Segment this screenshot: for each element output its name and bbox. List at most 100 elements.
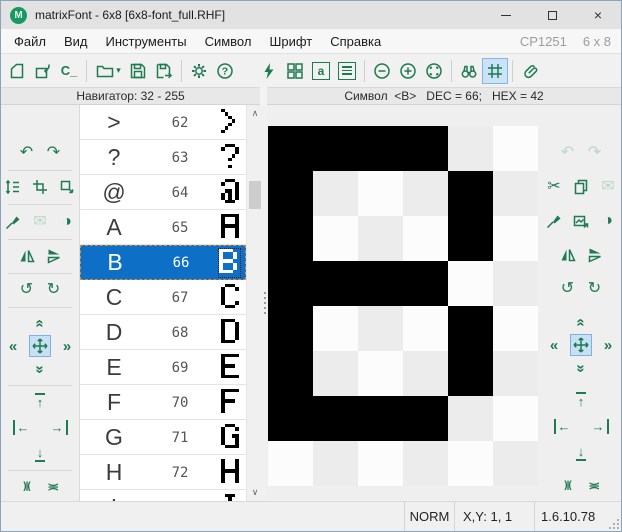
zoom-in-button[interactable] xyxy=(395,58,421,84)
pixel-cell[interactable] xyxy=(313,261,358,306)
pixel-cell[interactable] xyxy=(448,306,493,351)
align-bottom-button[interactable]: ↓ xyxy=(29,443,51,465)
resize-grip[interactable] xyxy=(609,519,619,529)
glyph-move-mode-button[interactable] xyxy=(570,334,592,356)
pixel-cell[interactable] xyxy=(358,306,403,351)
flip-vertical-button[interactable] xyxy=(43,245,65,267)
char-map-button[interactable] xyxy=(282,58,308,84)
pixel-cell[interactable] xyxy=(448,351,493,396)
zoom-out-button[interactable] xyxy=(369,58,395,84)
pixel-cell[interactable] xyxy=(403,351,448,396)
pixel-cell[interactable] xyxy=(313,396,358,441)
menu-item-font[interactable]: Шрифт xyxy=(260,31,321,52)
zoom-fit-button[interactable] xyxy=(421,58,447,84)
rotate-cw-button[interactable]: ↻ xyxy=(43,279,65,301)
font-height-button[interactable] xyxy=(2,176,24,198)
menu-item-symbol[interactable]: Символ xyxy=(196,31,261,52)
char-row-70[interactable]: F70 xyxy=(80,385,246,420)
pixel-cell[interactable] xyxy=(313,171,358,216)
pixel-cell[interactable] xyxy=(313,306,358,351)
pixel-cell[interactable] xyxy=(268,261,313,306)
pixel-cell[interactable] xyxy=(493,306,538,351)
scrollbar-thumb[interactable] xyxy=(249,181,261,209)
close-button[interactable]: × xyxy=(575,1,621,29)
scroll-up-button[interactable]: ∧ xyxy=(247,105,263,122)
flip-glyph-vertical-button[interactable] xyxy=(584,244,606,266)
pixel-cell[interactable] xyxy=(358,396,403,441)
pixel-cell[interactable] xyxy=(448,441,493,486)
character-list-scrollbar[interactable]: ∧ ∨ xyxy=(246,105,263,501)
menu-item-file[interactable]: Файл xyxy=(5,31,55,52)
pixel-grid[interactable] xyxy=(268,126,538,486)
pixel-cell[interactable] xyxy=(313,216,358,261)
char-row-72[interactable]: H72 xyxy=(80,455,246,490)
char-row-65[interactable]: A65 xyxy=(80,210,246,245)
pixel-cell[interactable] xyxy=(493,171,538,216)
invert-all-button[interactable]: ◑ xyxy=(56,211,78,233)
glyph-undo-button[interactable]: ↶ xyxy=(557,142,579,164)
char-row-73[interactable]: I73 xyxy=(80,490,246,501)
char-row-62[interactable]: >62 xyxy=(80,105,246,140)
pixel-cell[interactable] xyxy=(358,261,403,306)
c-code-button[interactable]: C_ xyxy=(56,58,82,84)
char-row-64[interactable]: @64 xyxy=(80,175,246,210)
squeeze-glyph-horizontal-button[interactable]: )|( xyxy=(557,474,579,496)
shift-down-button[interactable]: » xyxy=(29,358,51,380)
char-row-69[interactable]: E69 xyxy=(80,350,246,385)
menu-item-help[interactable]: Справка xyxy=(321,31,390,52)
pixel-cell[interactable] xyxy=(493,441,538,486)
rotate-glyph-ccw-button[interactable]: ↺ xyxy=(557,278,579,300)
canvas-size-button[interactable] xyxy=(56,176,78,198)
pixel-cell[interactable] xyxy=(493,261,538,306)
minimize-button[interactable] xyxy=(483,1,529,29)
move-mode-button[interactable] xyxy=(29,335,51,357)
crop-button[interactable] xyxy=(29,176,51,198)
pixel-cell[interactable] xyxy=(268,441,313,486)
sample-text-button[interactable] xyxy=(334,58,360,84)
flip-glyph-horizontal-button[interactable] xyxy=(557,244,579,266)
shift-glyph-left-button[interactable]: « xyxy=(543,334,565,356)
align-glyph-top-button[interactable]: ↑ xyxy=(570,389,592,411)
pixel-cell[interactable] xyxy=(313,351,358,396)
scroll-down-button[interactable]: ∨ xyxy=(247,484,263,501)
shift-left-button[interactable]: « xyxy=(2,335,24,357)
pixel-cell[interactable] xyxy=(403,171,448,216)
pixel-cell[interactable] xyxy=(358,171,403,216)
pixel-cell[interactable] xyxy=(403,396,448,441)
rotate-ccw-button[interactable]: ↺ xyxy=(16,279,38,301)
char-row-71[interactable]: G71 xyxy=(80,420,246,455)
paste-glyph-button[interactable]: ✉ xyxy=(597,176,619,198)
squeeze-horizontal-button[interactable]: )|( xyxy=(16,476,38,498)
preview-a-button[interactable]: a xyxy=(308,58,334,84)
grid-toggle-button[interactable] xyxy=(482,58,508,84)
font-redo-button[interactable]: ↷ xyxy=(43,142,65,164)
pixel-cell[interactable] xyxy=(403,261,448,306)
attach-button[interactable] xyxy=(517,58,543,84)
align-glyph-bottom-button[interactable]: ↓ xyxy=(570,441,592,463)
pixel-cell[interactable] xyxy=(268,306,313,351)
clear-glyph-button[interactable] xyxy=(543,210,565,232)
pixel-cell[interactable] xyxy=(358,216,403,261)
pixel-cell[interactable] xyxy=(268,216,313,261)
pixel-cell[interactable] xyxy=(448,396,493,441)
invert-glyph-button[interactable]: ◑ xyxy=(597,210,619,232)
pixel-cell[interactable] xyxy=(268,351,313,396)
clear-all-button[interactable] xyxy=(2,211,24,233)
pixel-cell[interactable] xyxy=(493,396,538,441)
pixel-cell[interactable] xyxy=(448,171,493,216)
character-list[interactable]: >62?63@64A65B66C67D68E69F70G71H72I73 xyxy=(79,105,246,501)
paste-all-button[interactable]: ✉ xyxy=(29,211,51,233)
pixel-cell[interactable] xyxy=(403,126,448,171)
pixel-cell[interactable] xyxy=(448,216,493,261)
char-row-67[interactable]: C67 xyxy=(80,280,246,315)
pixel-cell[interactable] xyxy=(313,441,358,486)
maximize-button[interactable] xyxy=(529,1,575,29)
pixel-cell[interactable] xyxy=(403,306,448,351)
new-font-button[interactable] xyxy=(4,58,30,84)
pixel-cell[interactable] xyxy=(493,126,538,171)
pixel-cell[interactable] xyxy=(313,126,358,171)
pixel-cell[interactable] xyxy=(493,216,538,261)
align-glyph-left-button[interactable]: ← xyxy=(552,415,574,437)
font-undo-button[interactable]: ↶ xyxy=(16,142,38,164)
help-button[interactable]: ? xyxy=(212,58,238,84)
